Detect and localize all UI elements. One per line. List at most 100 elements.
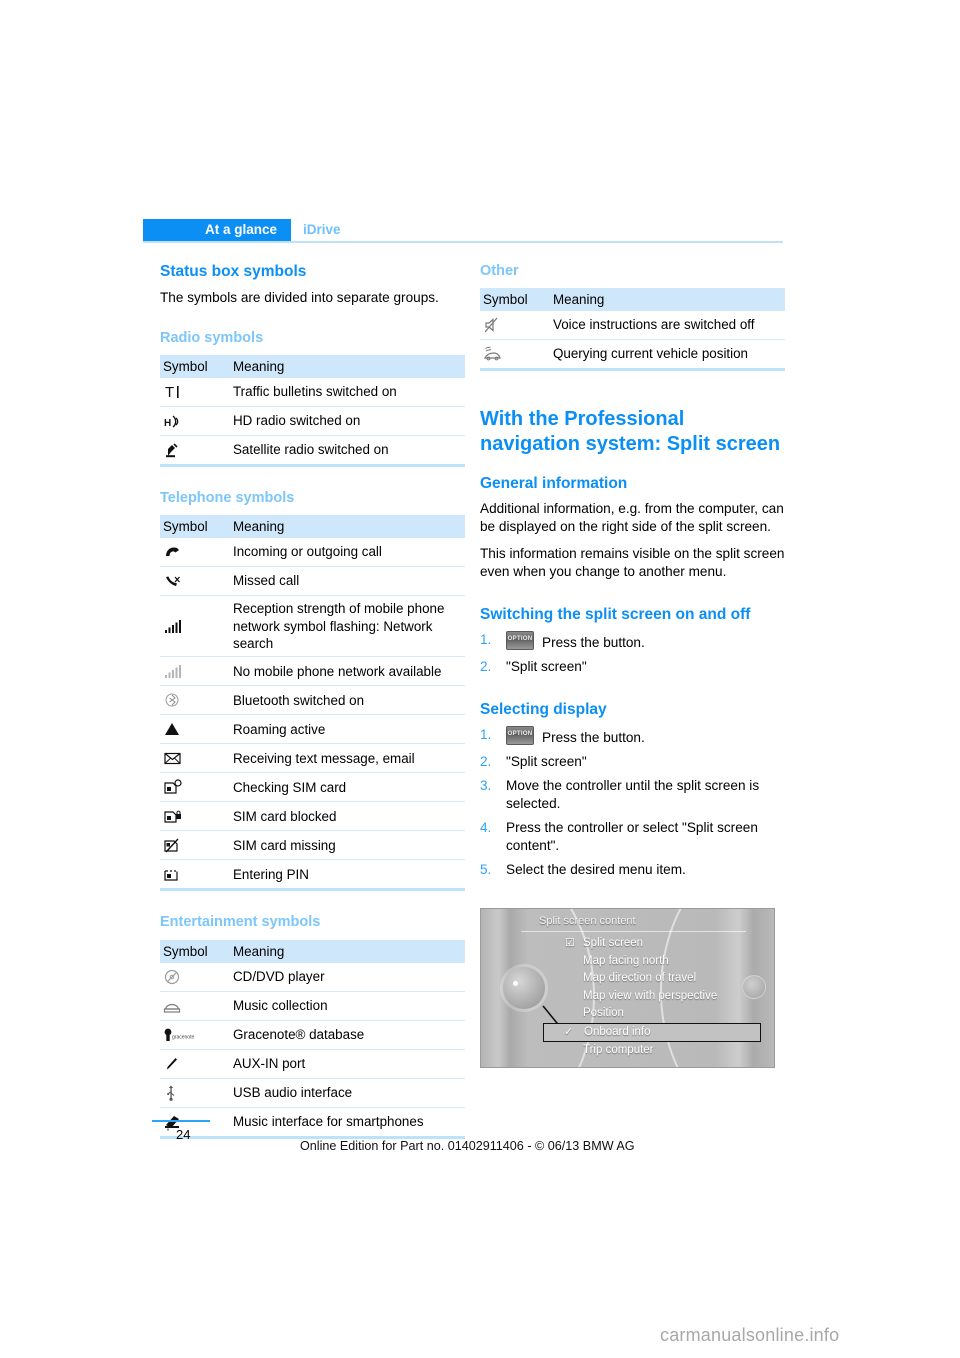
menu-item-map-view-with-perspective[interactable]: Map view with perspective [563, 988, 763, 1006]
step-item: 2. "Split screen" [480, 753, 785, 771]
page-header: At a glance iDrive [143, 219, 783, 243]
table-telephone-symbols: Symbol Meaning Incoming or outgoing call [160, 515, 465, 892]
step-number: 4. [480, 820, 492, 836]
menu-item-label: Map view with perspective [583, 989, 718, 1002]
table-row: CD/DVD player [160, 962, 465, 992]
symbol-cell [160, 685, 233, 716]
step-text: "Split screen" [506, 658, 587, 674]
symbol-cell [160, 991, 233, 1021]
table-row: SIM card missing [160, 830, 465, 861]
heading-entertainment-symbols: Entertainment symbols [160, 914, 321, 931]
table-row: Missed call [160, 566, 465, 597]
sim-missing-icon [163, 835, 197, 855]
heading-radio-symbols: Radio symbols [160, 329, 264, 346]
svg-text:gracenote: gracenote [172, 1034, 194, 1040]
steps-switching: 1. OPTION Press the button. 2. "Split scr… [480, 630, 785, 676]
option-button-icon[interactable]: OPTION [506, 725, 534, 745]
left-column: Status box symbols The symbols are divid… [160, 262, 465, 1143]
tab-at-a-glance[interactable]: At a glance [143, 219, 291, 241]
table-row: Receiving text message, email [160, 743, 465, 774]
sim-blocked-icon [163, 806, 197, 826]
figure-menu-list: ☑ Split screen Map facing north Map dire… [543, 935, 763, 1060]
option-button-icon[interactable]: OPTION [506, 630, 534, 650]
general-paragraph-1: Additional information, e.g. from the co… [480, 500, 784, 534]
general-paragraph-2: This information remains visible on the … [480, 545, 785, 579]
column-header-symbol: Symbol [160, 939, 233, 963]
symbol-cell [160, 656, 233, 687]
menu-item-position[interactable]: Position [563, 1005, 763, 1023]
menu-item-onboard-info[interactable]: ✓ Onboard info [543, 1022, 761, 1042]
symbol-cell: T [160, 378, 233, 408]
step-item: 3. Move the controller until the split s… [480, 777, 785, 813]
meaning-cell: Gracenote® database [233, 1020, 465, 1050]
idrive-screenshot-figure: Split screen content ☑ Split screen Map … [480, 908, 775, 1068]
step-number: 5. [480, 862, 492, 878]
satellite-radio-icon [163, 440, 197, 460]
meaning-cell: AUX-IN port [233, 1049, 465, 1079]
menu-item-trip-computer[interactable]: Trip computer [563, 1042, 763, 1060]
steps-selecting: 1. OPTION Press the button. 2. "Split scr… [480, 725, 785, 880]
meaning-cell: Satellite radio switched on [233, 442, 389, 458]
step-text: Press the button. [542, 729, 645, 745]
table-row: Incoming or outgoing call [160, 538, 465, 568]
meaning-cell: USB audio interface [233, 1078, 465, 1108]
meaning-cell: Voice instructions are switched off [553, 311, 785, 341]
check-icon: ✓ [564, 1025, 574, 1038]
meaning-cell: SIM card missing [233, 830, 465, 861]
meaning-cell: Bluetooth switched on [233, 685, 465, 716]
meaning-cell: Music collection [233, 991, 465, 1021]
menu-item-split-screen[interactable]: ☑ Split screen [563, 935, 763, 953]
symbol-cell [160, 1078, 233, 1108]
bluetooth-icon [163, 690, 197, 710]
meaning-cell: Incoming or outgoing call [233, 538, 465, 568]
meaning-cell: SIM card blocked [233, 801, 465, 832]
missed-call-icon [163, 571, 197, 591]
meaning-cell: HD radio switched on [233, 406, 465, 437]
header-divider [143, 241, 783, 243]
footer-rule [152, 1120, 210, 1122]
menu-item-label: Split screen [583, 937, 644, 949]
site-watermark: carmanualsonline.info [660, 1325, 840, 1345]
symbol-cell [160, 436, 233, 466]
table-row: USB audio interface [160, 1078, 465, 1108]
symbol-cell [160, 1107, 233, 1137]
symbol-cell [160, 1049, 233, 1079]
menu-item-label: Position [583, 1007, 624, 1019]
table-row: H HD radio switched on [160, 406, 465, 437]
menu-item-map-direction-of-travel[interactable]: Map direction of travel [563, 970, 763, 988]
symbol-cell [160, 538, 233, 568]
chapter-tabs: At a glance iDrive [143, 219, 783, 241]
step-text: Press the button. [542, 634, 645, 650]
cd-dvd-icon [163, 967, 197, 987]
right-column: Other Symbol Meaning Voice instructions … [480, 262, 785, 879]
heading-switching-split-screen: Switching the split screen on and off [480, 606, 751, 624]
heading-selecting-display: Selecting display [480, 701, 607, 719]
gracenote-icon: gracenote [163, 1025, 197, 1045]
symbol-cell [480, 340, 553, 370]
handset-icon [163, 542, 197, 562]
menu-item-label: Onboard info [584, 1025, 651, 1038]
meaning-cell: Checking SIM card [233, 772, 465, 803]
symbol-cell [480, 311, 553, 341]
table-header-row: Symbol Meaning [160, 939, 465, 963]
step-item: 5. Select the desired menu item. [480, 861, 785, 879]
table-row: Roaming active [160, 714, 465, 745]
symbol-cell [160, 714, 233, 745]
hd-radio-icon: H [163, 411, 197, 431]
svg-text:T: T [165, 384, 174, 401]
tab-idrive[interactable]: iDrive [291, 219, 351, 241]
envelope-icon [163, 748, 197, 768]
symbol-cell [160, 743, 233, 774]
table-row: Satellite radio switched on [160, 436, 465, 466]
menu-item-label: Map facing north [583, 954, 669, 967]
column-header-symbol: Symbol [160, 515, 233, 539]
step-text: Press the controller or select "Split sc… [506, 820, 758, 854]
voice-muted-icon [483, 315, 517, 335]
table-row: gracenote Gracenote® database [160, 1020, 465, 1050]
symbol-cell [160, 860, 233, 890]
step-number: 2. [480, 658, 492, 674]
table-row: Checking SIM card [160, 772, 465, 803]
menu-item-map-facing-north[interactable]: Map facing north [563, 953, 763, 971]
meaning-cell: CD/DVD player [233, 962, 465, 992]
table-row: Music collection [160, 991, 465, 1021]
